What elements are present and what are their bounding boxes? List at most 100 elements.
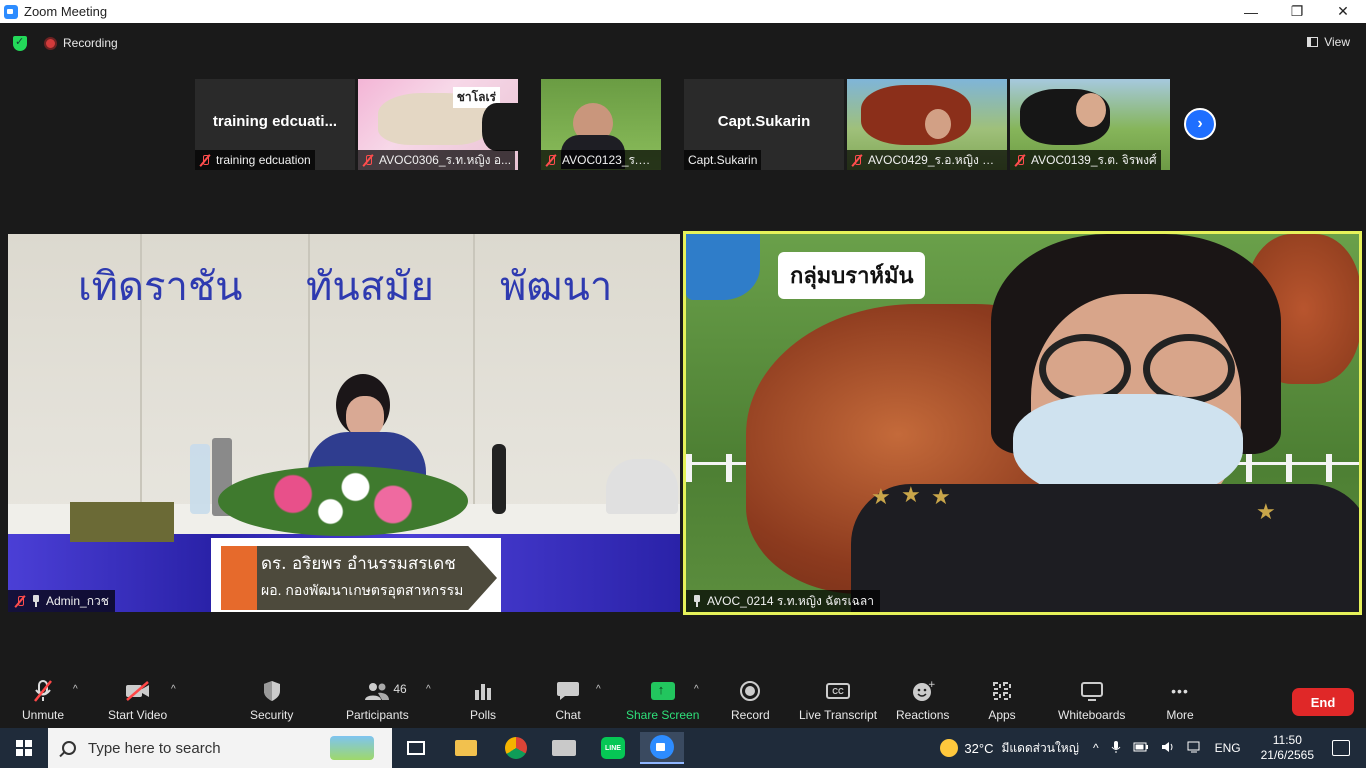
reactions-button[interactable]: + Reactions — [896, 678, 949, 722]
volume-tray-icon[interactable] — [1161, 741, 1175, 756]
live-transcript-button[interactable]: CC Live Transcript — [799, 678, 877, 722]
participant-thumbnail[interactable]: AVOC0123_ร.ท. สำเนียง — [541, 79, 661, 170]
line-icon: LINE — [601, 737, 625, 759]
participant-thumbnail[interactable]: AVOC0139_ร.ต. จิรพงศ์ — [1010, 79, 1170, 170]
participant-name-bar: AVOC0306_ร.ท.หญิง อ... — [358, 150, 516, 170]
participants-button[interactable]: 46 Participants — [346, 678, 409, 722]
blue-bucket — [686, 234, 760, 300]
video-person-shape — [482, 103, 518, 151]
network-tray-icon[interactable] — [1187, 741, 1203, 756]
search-icon — [62, 741, 76, 755]
participants-options-caret-icon[interactable]: ^ — [426, 684, 431, 695]
minimize-button[interactable]: — — [1228, 0, 1274, 23]
chrome-icon — [505, 737, 527, 759]
scanner-app-button[interactable] — [542, 732, 586, 764]
share-screen-label: Share Screen — [626, 708, 700, 722]
shield-icon — [258, 678, 286, 704]
whiteboard-icon — [1078, 678, 1106, 704]
taskbar-clock[interactable]: 11:50 21/6/2565 — [1261, 733, 1314, 763]
line-app-button[interactable]: LINE — [591, 732, 635, 764]
backdrop-word: พัฒนา — [500, 264, 613, 310]
notification-center-icon[interactable] — [1332, 740, 1350, 756]
chrome-button[interactable] — [494, 732, 538, 764]
start-button[interactable] — [0, 728, 48, 768]
polls-button[interactable]: Polls — [469, 678, 497, 722]
chat-options-caret-icon[interactable]: ^ — [596, 684, 601, 695]
share-arrow-icon — [650, 682, 675, 700]
apps-button[interactable]: Apps — [988, 678, 1016, 722]
participant-name: AVOC0123_ร.ท. สำเนียง — [562, 152, 657, 167]
audio-options-caret-icon[interactable]: ^ — [73, 684, 78, 695]
participant-thumbnail[interactable]: ชาโลเร่ AVOC0306_ร.ท.หญิง อ... — [358, 79, 518, 170]
task-view-button[interactable] — [394, 732, 438, 764]
lower-third-caption: ดร. อริยพร อำนรรมสรเดช ผอ. กองพัฒนาเกษตร… — [211, 538, 501, 612]
participant-thumbnail[interactable]: AVOC0429_ร.อ.หญิง ณ... — [847, 79, 1007, 170]
chat-label: Chat — [555, 708, 581, 722]
recording-indicator[interactable]: Recording — [44, 35, 118, 51]
chevron-right-icon: › — [1197, 115, 1203, 132]
lower-third-accent — [221, 546, 257, 610]
video-tile-admin[interactable]: เทิดราชัน ทันสมัย พัฒนา ดร. อริยพร อำนรร… — [8, 234, 680, 612]
tray-chevron-icon[interactable]: ^ — [1093, 741, 1099, 755]
record-button[interactable]: Record — [731, 678, 770, 722]
weather-temperature[interactable]: 32°C — [964, 741, 993, 756]
chat-button[interactable]: Chat — [554, 678, 582, 722]
participant-name-bar: AVOC0123_ร.ท. สำเนียง — [541, 150, 661, 170]
participant-name: Capt.Sukarin — [688, 153, 758, 167]
share-screen-button[interactable]: Share Screen — [626, 678, 699, 722]
security-button[interactable]: Security — [250, 678, 293, 722]
start-video-button[interactable]: Start Video — [108, 678, 167, 722]
participant-thumbnail[interactable]: training edcuati... training edcuation — [195, 79, 355, 170]
zoom-taskbar-button[interactable] — [640, 732, 684, 764]
more-button[interactable]: ••• More — [1166, 678, 1194, 722]
search-placeholder: Type here to search — [88, 739, 221, 757]
participant-name: AVOC0429_ร.อ.หญิง ณ... — [868, 152, 1003, 167]
participant-name-bar: AVOC0429_ร.อ.หญิง ณ... — [847, 150, 1007, 170]
share-options-caret-icon[interactable]: ^ — [694, 684, 699, 695]
close-button[interactable]: ✕ — [1320, 0, 1366, 23]
video-options-caret-icon[interactable]: ^ — [171, 684, 176, 695]
participant-name: AVOC0306_ร.ท.หญิง อ... — [379, 152, 512, 167]
microphone — [492, 444, 506, 514]
participant-name: AVOC0139_ร.ต. จิรพงศ์ — [1031, 152, 1157, 167]
encryption-shield-icon[interactable] — [13, 35, 27, 51]
system-tray: 32°C มีแดดส่วนใหญ่ ^ ENG 11:50 21/6/2565 — [940, 728, 1366, 768]
file-explorer-button[interactable] — [444, 732, 488, 764]
clock-date: 21/6/2565 — [1260, 748, 1314, 762]
backdrop-word: เทิดราชัน — [78, 264, 243, 310]
participant-thumbnail[interactable]: Capt.Sukarin Capt.Sukarin — [684, 79, 844, 170]
record-icon — [736, 678, 764, 704]
title-bar: Zoom Meeting — ❐ ✕ — [0, 0, 1366, 23]
closed-caption-icon: CC — [824, 678, 852, 704]
weather-description[interactable]: มีแดดส่วนใหญ่ — [1001, 739, 1079, 758]
video-participant-name: Admin_กวช — [46, 593, 109, 608]
search-highlight-image[interactable] — [330, 736, 374, 760]
participant-name-bar: AVOC0139_ร.ต. จิรพงศ์ — [1010, 150, 1161, 170]
zoom-app-icon — [4, 4, 18, 19]
host-pin-icon — [31, 595, 41, 607]
smiley-plus-icon: + — [909, 678, 937, 704]
next-page-button[interactable]: › — [1184, 108, 1216, 140]
video-tile-active-speaker[interactable]: กลุ่มบราห์มัน ★ ★ ★ ★ AVOC_0214 ร.ท.หญิง… — [683, 231, 1362, 615]
weather-sun-icon[interactable] — [940, 739, 959, 757]
video-name-bar: Admin_กวช — [8, 590, 115, 612]
end-meeting-button[interactable]: End — [1292, 688, 1354, 716]
battery-tray-icon[interactable] — [1133, 741, 1149, 755]
whiteboards-button[interactable]: Whiteboards — [1058, 678, 1125, 722]
task-view-icon — [407, 741, 425, 755]
tissue-box — [70, 502, 174, 542]
participant-name: training edcuation — [216, 153, 311, 167]
meeting-top-bar: Recording View — [0, 23, 1366, 63]
meeting-toolbar: Unmute ^ Start Video ^ Security 46 Parti… — [0, 672, 1366, 728]
taskbar-search-box[interactable]: Type here to search — [48, 728, 392, 768]
video-cow-shape — [861, 85, 971, 145]
view-button[interactable]: View — [1307, 35, 1350, 49]
language-indicator[interactable]: ENG — [1215, 741, 1241, 755]
participant-name-bar: Capt.Sukarin — [684, 150, 762, 170]
whiteboards-label: Whiteboards — [1058, 708, 1126, 722]
unmute-button[interactable]: Unmute — [22, 678, 64, 722]
mic-tray-icon[interactable] — [1111, 740, 1121, 757]
recording-label: Recording — [63, 36, 118, 50]
restore-button[interactable]: ❐ — [1274, 0, 1320, 23]
water-bottle — [190, 444, 210, 514]
